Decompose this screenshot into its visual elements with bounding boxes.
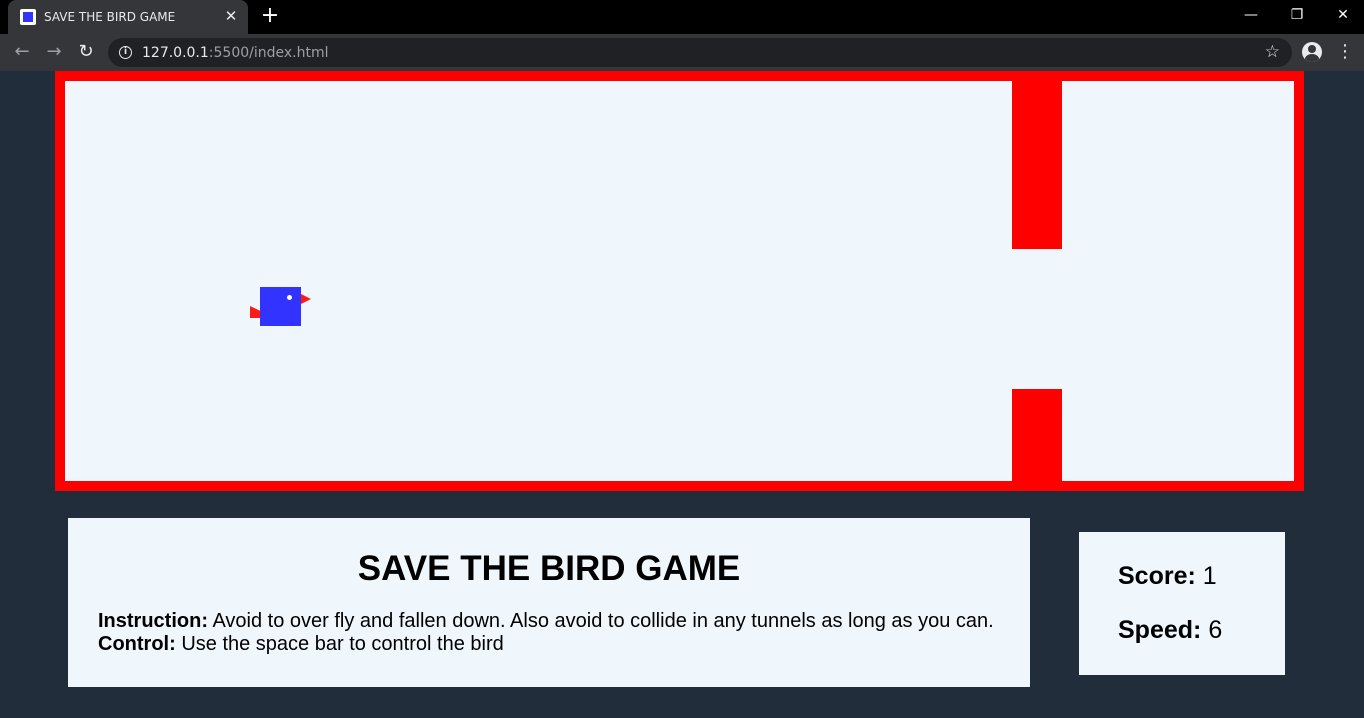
control-line: Control: Use the space bar to control th… [98, 633, 504, 656]
score-value: 1 [1202, 562, 1217, 590]
account-icon[interactable] [1302, 42, 1322, 62]
close-tab-icon[interactable]: ✕ [222, 7, 240, 25]
bird-tail [250, 306, 260, 318]
bird-eye [287, 295, 292, 300]
tab-title: SAVE THE BIRD GAME [44, 10, 176, 24]
game-title: SAVE THE BIRD GAME [357, 549, 741, 588]
game-canvas[interactable] [65, 71, 1294, 491]
speed-value: 6 [1208, 616, 1223, 644]
game-border [55, 71, 1304, 491]
browser-toolbar: ← → ↻ i 127.0.0.1:5500/index.html ☆ ⋮ [0, 34, 1364, 71]
browser-menu-icon[interactable]: ⋮ [1336, 40, 1354, 64]
bird-beak [301, 294, 311, 304]
close-window-button[interactable]: ✕ [1328, 4, 1358, 26]
minimize-window-button[interactable]: — [1236, 4, 1266, 26]
bird [250, 287, 312, 327]
speed-line: Speed: 6 [1118, 616, 1222, 645]
url-path: :5500/index.html [208, 45, 329, 61]
top-tunnel [1012, 71, 1062, 249]
instruction-text: Avoid to over fly and fallen down. Also … [208, 610, 994, 632]
instruction-label: Instruction: [98, 610, 208, 632]
site-info-icon[interactable]: i [119, 46, 132, 59]
score-label: Score: [1118, 562, 1196, 590]
url-host: 127.0.0.1 [142, 45, 209, 61]
favicon-icon [20, 9, 36, 25]
score-line: Score: 1 [1118, 562, 1217, 591]
new-tab-button[interactable]: + [258, 5, 282, 29]
instruction-line: Instruction: Avoid to over fly and falle… [98, 610, 994, 633]
restore-window-button[interactable]: ❐ [1282, 4, 1312, 26]
browser-tab[interactable]: SAVE THE BIRD GAME ✕ [8, 0, 248, 34]
browser-tab-bar: SAVE THE BIRD GAME ✕ + — ❐ ✕ [0, 0, 1364, 34]
control-text: Use the space bar to control the bird [175, 633, 504, 655]
forward-button[interactable]: → [42, 40, 66, 64]
url-text[interactable]: 127.0.0.1:5500/index.html [142, 45, 329, 61]
score-panel: Score: 1 Speed: 6 [1079, 532, 1285, 675]
control-label: Control: [98, 633, 176, 655]
speed-label: Speed: [1118, 616, 1202, 644]
instructions-panel: SAVE THE BIRD GAME Instruction: Avoid to… [68, 518, 1030, 687]
back-button[interactable]: ← [10, 40, 34, 64]
bird-body [260, 287, 301, 326]
bookmark-star-icon[interactable]: ☆ [1265, 42, 1280, 62]
reload-button[interactable]: ↻ [74, 40, 98, 64]
bottom-tunnel [1012, 389, 1062, 491]
address-bar[interactable]: i 127.0.0.1:5500/index.html ☆ [108, 38, 1292, 67]
